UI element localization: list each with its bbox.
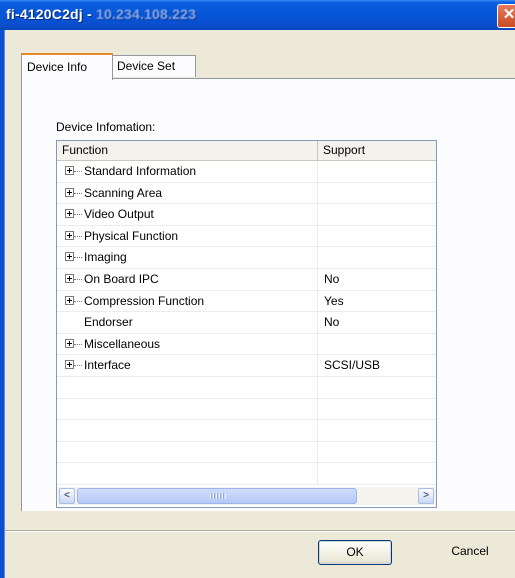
function-label: Imaging [84,250,127,265]
expand-plus-icon[interactable] [65,187,74,197]
table-row[interactable]: Standard Information [57,161,436,183]
ok-button[interactable]: OK [318,540,392,565]
function-cell: Imaging [57,247,318,269]
function-label: Standard Information [84,164,197,178]
tab-device-set[interactable]: Device Set [111,55,196,77]
function-cell [57,441,318,463]
table-row[interactable]: On Board IPC No [57,268,436,291]
list-header: Function Support [57,141,436,161]
table-row[interactable]: Endorser No [57,312,436,334]
support-cell [318,442,436,463]
horizontal-scrollbar[interactable]: < > [57,487,436,505]
support-cell: No [324,271,340,286]
table-row[interactable]: Video Output [57,204,436,226]
table-row[interactable] [57,463,436,485]
window-title: fi-4120C2dj - 10.234.108.223 [6,6,196,22]
tree-connector-line [74,235,82,238]
table-row[interactable]: Interface SCSI/USB [57,355,436,377]
support-cell: No [324,315,340,330]
table-row[interactable] [57,376,436,399]
table-row[interactable]: Compression Function Yes [57,290,436,313]
window-frame-left [0,30,5,578]
table-row[interactable] [57,398,436,421]
function-label: Interface [84,358,131,373]
tree-connector-line [74,214,82,216]
function-cell: Interface [57,355,318,377]
function-cell [57,398,318,420]
table-row[interactable] [57,441,436,464]
cancel-button[interactable]: Cancel [430,540,510,565]
support-cell [318,226,436,247]
function-label: Video Output [84,207,154,222]
function-cell: Standard Information [57,161,318,182]
title-bar[interactable]: fi-4120C2dj - 10.234.108.223 ✕ [0,0,515,30]
support-cell [318,399,436,420]
bottom-separator-highlight [5,531,515,532]
expand-plus-icon[interactable] [65,360,74,370]
window-title-ip: 10.234.108.223 [95,6,197,22]
function-label: On Board IPC [84,271,159,286]
close-icon: ✕ [502,6,515,23]
list-rows: Standard Information Scanning Area Video O… [57,161,436,485]
expand-plus-icon[interactable] [65,338,74,348]
tree-connector-line [74,300,82,303]
grip-icon [210,493,226,499]
support-cell [318,247,436,268]
expand-plus-icon[interactable] [65,209,74,219]
support-cell [318,334,436,355]
window-title-name: fi-4120C2dj - [6,6,96,22]
function-cell [57,376,318,398]
scroll-left-button[interactable]: < [59,488,75,504]
device-information-label: Device Infomation: [56,120,156,134]
scroll-thumb[interactable] [77,488,357,504]
support-cell [318,377,436,398]
function-label: Endorser [84,315,133,330]
tab-device-info[interactable]: Device Info [21,53,113,80]
tree-connector-line [74,343,82,346]
tree-connector-line [74,192,82,195]
support-cell: SCSI/USB [324,358,381,373]
column-header-support[interactable]: Support [318,141,436,160]
support-cell: Yes [324,293,344,308]
function-cell: Miscellaneous [57,333,318,355]
expand-plus-icon[interactable] [65,230,74,240]
function-cell: Physical Function [57,225,318,247]
support-cell [318,183,436,204]
scroll-right-button[interactable]: > [418,488,434,504]
support-cell [318,420,436,441]
close-button[interactable]: ✕ [497,4,515,28]
chevron-right-icon: > [423,490,429,501]
function-cell [57,420,318,442]
expand-plus-icon[interactable] [65,273,74,283]
function-label: Miscellaneous [84,336,161,351]
table-row[interactable]: Imaging [57,247,436,269]
table-row[interactable] [57,420,436,442]
function-cell: Endorser [57,312,318,334]
support-cell [318,161,436,182]
function-cell: On Board IPC [57,268,318,290]
tree-connector-line [74,171,82,173]
table-row[interactable]: Scanning Area [57,182,436,205]
chevron-left-icon: < [64,490,70,501]
function-label: Scanning Area [84,185,163,200]
function-cell: Video Output [57,204,318,226]
table-row[interactable]: Miscellaneous [57,333,436,356]
function-cell: Scanning Area [57,182,318,204]
expand-plus-icon[interactable] [65,295,74,305]
function-label: Physical Function [84,228,179,243]
column-header-function[interactable]: Function [57,141,318,160]
tree-connector-line [74,365,82,367]
function-cell [57,463,318,485]
table-row[interactable]: Physical Function [57,225,436,248]
tree-connector-line [74,257,82,259]
function-cell: Compression Function [57,290,318,312]
support-cell [318,204,436,225]
function-label: Compression Function [84,293,205,308]
expand-plus-icon[interactable] [65,166,74,175]
support-cell [318,463,436,484]
tree-connector-line [74,278,82,281]
device-info-list[interactable]: Function Support Standard Information Sca… [56,140,437,508]
expand-plus-icon[interactable] [65,252,74,262]
